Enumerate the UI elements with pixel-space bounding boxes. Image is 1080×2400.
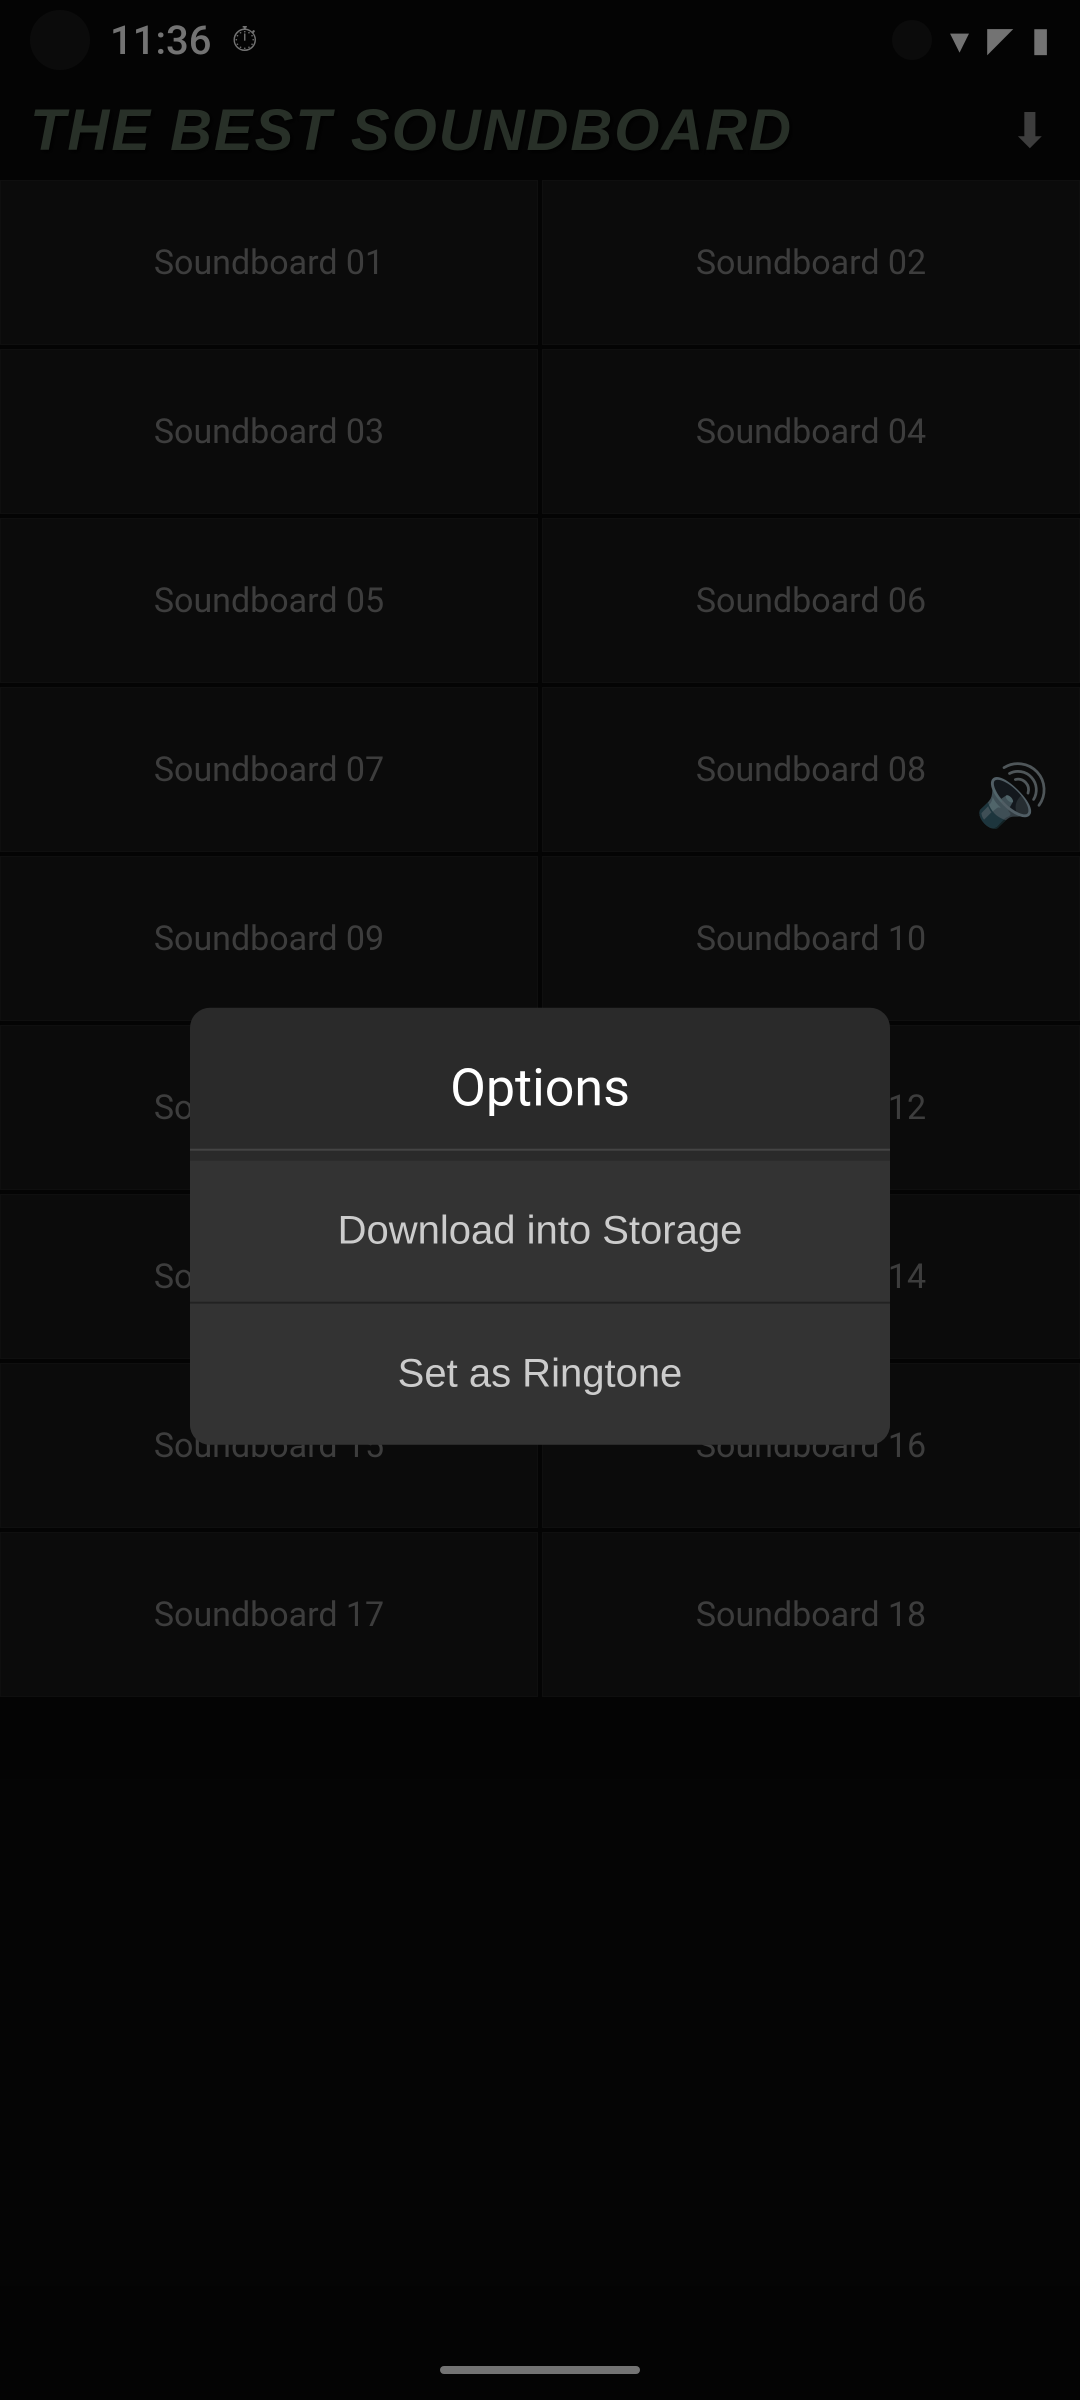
download-storage-button[interactable]: Download into Storage	[190, 1161, 890, 1304]
options-title: Options	[190, 1008, 890, 1149]
options-divider	[190, 1149, 890, 1151]
options-modal: Options Download into Storage Set as Rin…	[190, 1008, 890, 1445]
set-ringtone-button[interactable]: Set as Ringtone	[190, 1304, 890, 1445]
